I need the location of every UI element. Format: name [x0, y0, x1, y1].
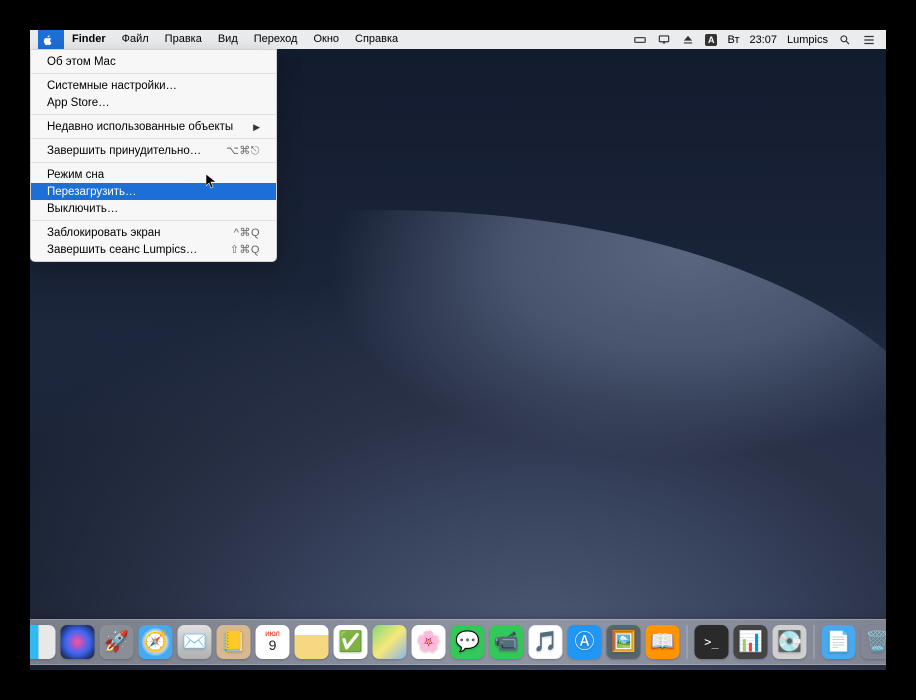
dock-safari[interactable]: 🧭 — [139, 625, 173, 659]
menu-item-logout[interactable]: Завершить сеанс Lumpics…⇧⌘Q — [31, 241, 276, 258]
shortcut-label: ⌥⌘⎋ — [226, 144, 260, 158]
shortcut-label: ^⌘Q — [234, 226, 260, 240]
dock-finder[interactable] — [30, 625, 56, 659]
dock-mail[interactable]: ✉️ — [178, 625, 212, 659]
menu-go[interactable]: Переход — [246, 30, 306, 49]
dock-terminal[interactable]: >_ — [695, 625, 729, 659]
menu-file[interactable]: Файл — [114, 30, 157, 49]
dock-notes[interactable] — [295, 625, 329, 659]
menu-item-restart[interactable]: Перезагрузить… — [31, 183, 276, 200]
dock-separator — [814, 625, 815, 659]
menu-item-shutdown[interactable]: Выключить… — [31, 200, 276, 217]
notification-center-icon[interactable] — [862, 33, 876, 47]
apple-menu-icon[interactable] — [38, 30, 64, 49]
desktop-screen: Finder Файл Правка Вид Переход Окно Спра… — [30, 30, 886, 670]
dock-contacts[interactable]: 📒 — [217, 625, 251, 659]
dock-itunes[interactable]: 🎵 — [529, 625, 563, 659]
menu-bar: Finder Файл Правка Вид Переход Окно Спра… — [30, 30, 886, 49]
shortcut-label: ⇧⌘Q — [230, 243, 260, 257]
menu-separator — [31, 114, 276, 115]
dock-calendar[interactable]: ИЮЛ9 — [256, 625, 290, 659]
menu-bar-day[interactable]: Вт — [727, 34, 739, 46]
menu-item-force-quit[interactable]: Завершить принудительно…⌥⌘⎋ — [31, 142, 276, 159]
menu-item-about-mac[interactable]: Об этом Mac — [31, 53, 276, 70]
eject-icon[interactable] — [681, 33, 695, 47]
dock: 🚀 🧭 ✉️ 📒 ИЮЛ9 ✅ 🌸 💬 📹 🎵 Ⓐ 🖼️ 📖 >_ 📊 💽 📄 … — [30, 619, 886, 665]
dock-maps[interactable] — [373, 625, 407, 659]
menu-separator — [31, 162, 276, 163]
menu-item-sleep[interactable]: Режим сна — [31, 166, 276, 183]
dock-preview[interactable]: 🖼️ — [607, 625, 641, 659]
wallpaper-dune — [30, 210, 886, 610]
input-source-icon[interactable]: А — [705, 34, 718, 46]
menu-item-system-preferences[interactable]: Системные настройки… — [31, 77, 276, 94]
dock-activity-monitor[interactable]: 📊 — [734, 625, 768, 659]
menu-separator — [31, 220, 276, 221]
airplay-icon[interactable] — [657, 33, 671, 47]
menu-item-app-store[interactable]: App Store… — [31, 94, 276, 111]
dock-launchpad[interactable]: 🚀 — [100, 625, 134, 659]
menu-bar-time[interactable]: 23:07 — [750, 34, 778, 46]
dock-facetime[interactable]: 📹 — [490, 625, 524, 659]
menu-edit[interactable]: Правка — [157, 30, 210, 49]
menu-window[interactable]: Окно — [305, 30, 347, 49]
dock-books[interactable]: 📖 — [646, 625, 680, 659]
dock-appstore[interactable]: Ⓐ — [568, 625, 602, 659]
chevron-right-icon: ▶ — [253, 120, 260, 134]
menu-item-recent-items[interactable]: Недавно использованные объекты▶ — [31, 118, 276, 135]
menu-bar-user[interactable]: Lumpics — [787, 34, 828, 46]
apple-menu-dropdown: Об этом Mac Системные настройки… App Sto… — [30, 49, 277, 262]
disk-icon[interactable] — [633, 33, 647, 47]
menu-separator — [31, 73, 276, 74]
menu-item-lock-screen[interactable]: Заблокировать экран^⌘Q — [31, 224, 276, 241]
menu-help[interactable]: Справка — [347, 30, 406, 49]
menu-separator — [31, 138, 276, 139]
spotlight-icon[interactable] — [838, 33, 852, 47]
dock-downloads[interactable]: 📄 — [822, 625, 856, 659]
dock-reminders[interactable]: ✅ — [334, 625, 368, 659]
dock-siri[interactable] — [61, 625, 95, 659]
dock-photos[interactable]: 🌸 — [412, 625, 446, 659]
dock-messages[interactable]: 💬 — [451, 625, 485, 659]
dock-separator — [687, 625, 688, 659]
dock-bootcamp[interactable]: 💽 — [773, 625, 807, 659]
menu-bar-app-name[interactable]: Finder — [64, 30, 114, 49]
menu-view[interactable]: Вид — [210, 30, 246, 49]
dock-trash[interactable]: 🗑️ — [861, 625, 887, 659]
